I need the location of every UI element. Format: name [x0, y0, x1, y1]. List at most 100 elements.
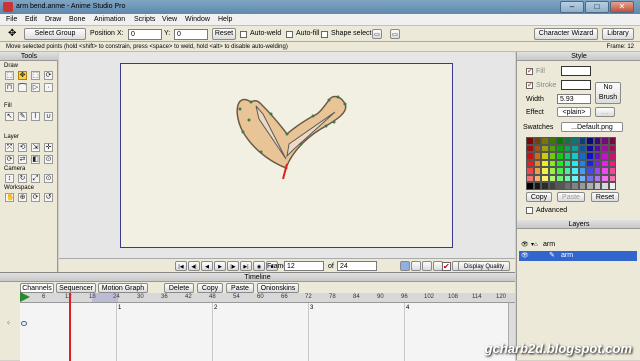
arm-drawing[interactable]: [121, 64, 454, 249]
swatch-cell[interactable]: [586, 152, 594, 160]
tab-sequencer[interactable]: Sequencer: [56, 283, 96, 293]
swatch-cell[interactable]: [593, 182, 601, 190]
swatch-cell[interactable]: [556, 144, 564, 152]
swatch-cell[interactable]: [601, 137, 609, 145]
swatch-cell[interactable]: [526, 174, 534, 182]
swatch-cell[interactable]: [541, 159, 549, 167]
swatch-cell[interactable]: [578, 159, 586, 167]
track-camera-tool-icon[interactable]: ↕: [5, 174, 14, 183]
zoom-camera-tool-icon[interactable]: ↻: [18, 174, 27, 183]
curvature-tool-icon[interactable]: ⟳: [44, 71, 53, 80]
freehand-tool-icon[interactable]: ⌒: [18, 83, 27, 92]
swatch-cell[interactable]: [593, 167, 601, 175]
maximize-button[interactable]: □: [585, 1, 609, 13]
swatches-dropdown[interactable]: ...Default.png: [561, 122, 623, 132]
add-point-tool-icon[interactable]: ⬚: [31, 71, 40, 80]
swatch-cell[interactable]: [533, 159, 541, 167]
end-frame-field[interactable]: 24: [337, 261, 377, 271]
swatch-cell[interactable]: [571, 182, 579, 190]
position-x-field[interactable]: 0: [128, 29, 162, 40]
swatch-cell[interactable]: [601, 152, 609, 160]
paint-bucket-tool-icon[interactable]: ⌇: [31, 112, 40, 121]
swatch-cell[interactable]: [526, 167, 534, 175]
swatch-cell[interactable]: [608, 144, 616, 152]
next-frame-button[interactable]: |▶: [227, 261, 239, 271]
onionskins-dropdown[interactable]: Onionskins: [257, 283, 299, 293]
delete-keys-button[interactable]: Delete: [164, 283, 194, 293]
swatch-cell[interactable]: [586, 159, 594, 167]
swatch-cell[interactable]: [601, 182, 609, 190]
select-group-button[interactable]: Select Group: [24, 28, 86, 40]
quality-checkbox[interactable]: ✔: [442, 262, 451, 271]
view-mode-icon[interactable]: [400, 261, 410, 271]
prev-keyframe-button[interactable]: ◀|: [188, 261, 200, 271]
shape-tool-icon[interactable]: ▷: [31, 83, 40, 92]
grid-view-icon[interactable]: [411, 261, 421, 271]
roll-camera-tool-icon[interactable]: ⤢: [31, 174, 40, 183]
swatch-cell[interactable]: [593, 159, 601, 167]
current-frame-field[interactable]: 12: [284, 261, 324, 271]
swatch-cell[interactable]: [526, 182, 534, 190]
scatter-tool-icon[interactable]: ·: [44, 83, 53, 92]
swatch-cell[interactable]: [548, 182, 556, 190]
swatch-cell[interactable]: [586, 174, 594, 182]
transform-points-tool-icon[interactable]: ✥: [18, 71, 27, 80]
auto-fill-checkbox[interactable]: [286, 31, 293, 38]
rotate-workspace-tool-icon[interactable]: ⟳: [31, 193, 40, 202]
paste-keys-button[interactable]: Paste: [226, 283, 254, 293]
swatch-cell[interactable]: [608, 137, 616, 145]
swatch-cell[interactable]: [578, 152, 586, 160]
swatch-cell[interactable]: [593, 144, 601, 152]
split-view-icon[interactable]: [422, 261, 432, 271]
menu-window[interactable]: Window: [185, 16, 210, 23]
play-button[interactable]: ▶: [214, 261, 226, 271]
swatch-cell[interactable]: [541, 174, 549, 182]
playhead[interactable]: [69, 293, 71, 361]
swatch-cell[interactable]: [533, 167, 541, 175]
swatch-cell[interactable]: [548, 159, 556, 167]
reset-position-button[interactable]: Reset: [212, 28, 236, 40]
translate-layer-tool-icon[interactable]: ⤧: [5, 143, 14, 152]
close-button[interactable]: ✕: [610, 1, 634, 13]
shear-layer-tool-icon[interactable]: ◧: [31, 155, 40, 164]
swatch-cell[interactable]: [563, 152, 571, 160]
swatch-cell[interactable]: [563, 144, 571, 152]
prev-frame-button[interactable]: ◀: [201, 261, 213, 271]
swatch-cell[interactable]: [541, 137, 549, 145]
effect-options-button[interactable]: …: [595, 107, 615, 117]
rotate-layer-tool-icon[interactable]: ⟲: [18, 143, 27, 152]
swatch-cell[interactable]: [608, 182, 616, 190]
swatch-cell[interactable]: [571, 144, 579, 152]
rewind-start-button[interactable]: |◀: [175, 261, 187, 271]
swatch-cell[interactable]: [586, 137, 594, 145]
swatch-cell[interactable]: [586, 144, 594, 152]
paste-style-button[interactable]: Paste: [557, 192, 585, 202]
select-shape-tool-icon[interactable]: ↖: [5, 112, 14, 121]
display-quality-button[interactable]: Display Quality: [458, 261, 510, 271]
swatch-cell[interactable]: [556, 167, 564, 175]
swatch-cell[interactable]: [548, 174, 556, 182]
swatch-cell[interactable]: [526, 152, 534, 160]
swatch-cell[interactable]: [601, 174, 609, 182]
position-y-field[interactable]: 0: [174, 29, 208, 40]
layer-row[interactable]: 👁 ▾⌂ arm: [519, 240, 637, 250]
swatch-cell[interactable]: [556, 152, 564, 160]
magnet-tool-icon[interactable]: ⊓: [5, 83, 14, 92]
swatch-cell[interactable]: [556, 174, 564, 182]
menu-bone[interactable]: Bone: [69, 16, 85, 23]
swatch-cell[interactable]: [533, 174, 541, 182]
swatch-cell[interactable]: [563, 182, 571, 190]
flip-layer-tool-icon[interactable]: ⇄: [18, 155, 27, 164]
menu-edit[interactable]: Edit: [25, 16, 37, 23]
swatch-cell[interactable]: [608, 174, 616, 182]
swatch-cell[interactable]: [533, 152, 541, 160]
copy-keys-button[interactable]: Copy: [197, 283, 223, 293]
swatch-cell[interactable]: [548, 167, 556, 175]
no-brush-button[interactable]: No Brush: [595, 82, 621, 104]
swatch-cell[interactable]: [526, 137, 534, 145]
swatch-cell[interactable]: [563, 167, 571, 175]
swatch-cell[interactable]: [541, 167, 549, 175]
swatch-cell[interactable]: [556, 137, 564, 145]
keyframe[interactable]: [21, 321, 27, 326]
swatch-cell[interactable]: [593, 174, 601, 182]
